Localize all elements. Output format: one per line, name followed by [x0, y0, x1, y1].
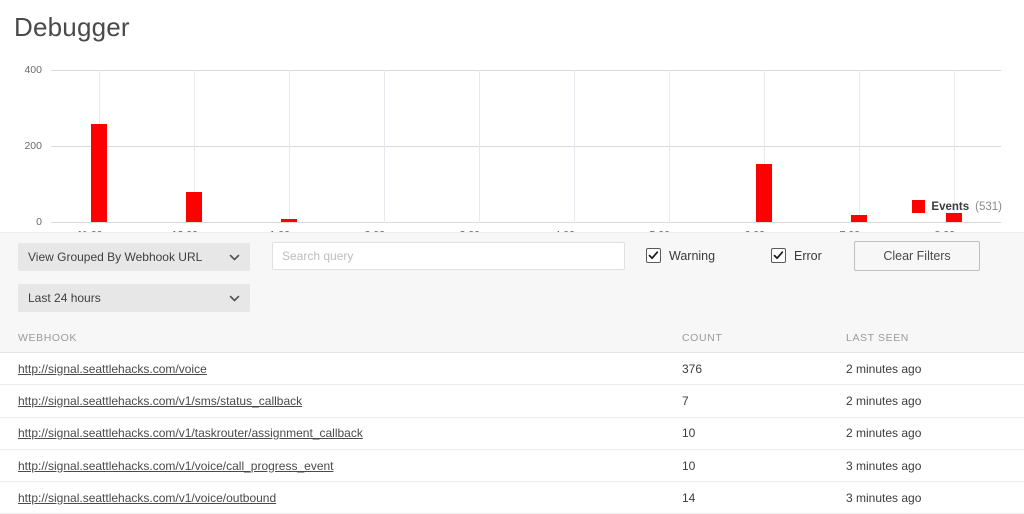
- table-row: http://signal.seattlehacks.com/voice 376 2…: [0, 353, 1024, 386]
- legend-swatch-events: [912, 200, 926, 213]
- column-header-count: COUNT: [682, 332, 723, 344]
- chart-plot-area: 020040011:00 am12:00 pm1:00 pm2:00 pm3:0…: [24, 64, 1001, 241]
- webhook-link[interactable]: http://signal.seattlehacks.com/v1/voice/…: [18, 459, 334, 473]
- events-chart: 020040011:00 am12:00 pm1:00 pm2:00 pm3:0…: [0, 56, 1024, 241]
- chart-bar[interactable]: [850, 215, 867, 222]
- cell-last-seen: 3 minutes ago: [846, 458, 922, 473]
- chart-bar[interactable]: [945, 212, 962, 222]
- table-row: http://signal.seattlehacks.com/v1/sms/st…: [0, 385, 1024, 418]
- cell-count: 10: [682, 458, 696, 473]
- table-row: http://signal.seattlehacks.com/v1/taskro…: [0, 417, 1024, 450]
- webhook-link[interactable]: http://signal.seattlehacks.com/v1/voice/…: [18, 491, 276, 505]
- cell-count: 10: [682, 426, 696, 441]
- cell-last-seen: 2 minutes ago: [846, 393, 922, 408]
- legend-label-events: Events: [931, 200, 970, 213]
- y-axis-tick-label: 400: [24, 64, 42, 76]
- column-header-last-seen: LAST SEEN: [846, 332, 909, 344]
- cell-webhook: http://signal.seattlehacks.com/v1/voice/…: [0, 489, 682, 507]
- cell-last-seen: 2 minutes ago: [846, 361, 922, 376]
- column-header-webhook: WEBHOOK: [18, 332, 78, 344]
- table-body: http://signal.seattlehacks.com/voice 376 2…: [0, 353, 1024, 514]
- chart-bar[interactable]: [185, 192, 202, 222]
- table-row: http://signal.seattlehacks.com/v1/voice/…: [0, 449, 1024, 483]
- webhook-link[interactable]: http://signal.seattlehacks.com/v1/taskro…: [18, 426, 363, 440]
- chart-bar[interactable]: [755, 164, 772, 222]
- time-range-select-label: Last 24 hours: [28, 291, 101, 305]
- cell-count: 14: [682, 490, 696, 505]
- filter-checkbox-warning[interactable]: Warning: [646, 248, 715, 263]
- y-axis-tick-label: 200: [24, 140, 42, 152]
- cell-webhook: http://signal.seattlehacks.com/v1/sms/st…: [0, 392, 682, 410]
- chart-legend: Events (531): [912, 200, 1002, 213]
- checkbox-checked-icon[interactable]: [646, 248, 661, 263]
- y-axis-tick-label: 0: [36, 216, 42, 228]
- filter-checkbox-error[interactable]: Error: [771, 248, 822, 263]
- cell-last-seen: 3 minutes ago: [846, 490, 922, 505]
- time-range-select[interactable]: Last 24 hours: [18, 284, 250, 312]
- filter-checkbox-warning-label: Warning: [669, 248, 716, 263]
- cell-webhook: http://signal.seattlehacks.com/v1/voice/…: [0, 457, 682, 475]
- webhook-link[interactable]: http://signal.seattlehacks.com/v1/sms/st…: [18, 394, 302, 408]
- legend-count-events: (531): [975, 200, 1002, 213]
- gridline-vertical: [479, 70, 480, 223]
- cell-last-seen: 2 minutes ago: [846, 426, 922, 441]
- cell-count: 376: [682, 361, 703, 376]
- gridline-vertical: [384, 70, 385, 223]
- gridline-vertical: [574, 70, 575, 223]
- gridline-vertical: [669, 70, 670, 223]
- table-row: http://signal.seattlehacks.com/v1/voice/…: [0, 482, 1024, 514]
- chart-bar[interactable]: [90, 124, 107, 222]
- cell-webhook: http://signal.seattlehacks.com/voice: [0, 360, 682, 378]
- group-by-select-label: View Grouped By Webhook URL: [28, 250, 203, 264]
- gridline-vertical: [289, 70, 290, 223]
- table-header-row: WEBHOOK COUNT LAST SEEN: [0, 324, 1024, 353]
- chevron-down-icon: [229, 293, 240, 304]
- chart-bar[interactable]: [280, 218, 297, 222]
- webhook-link[interactable]: http://signal.seattlehacks.com/voice: [18, 362, 207, 376]
- gridline-vertical: [859, 70, 860, 223]
- webhooks-table: WEBHOOK COUNT LAST SEEN http://signal.se…: [0, 324, 1024, 514]
- cell-count: 7: [682, 393, 689, 408]
- group-by-select[interactable]: View Grouped By Webhook URL: [18, 243, 250, 271]
- search-input[interactable]: [272, 242, 625, 270]
- page-title: Debugger: [14, 12, 130, 42]
- checkbox-checked-icon[interactable]: [771, 248, 786, 263]
- chevron-down-icon: [229, 252, 240, 263]
- clear-filters-button[interactable]: Clear Filters: [854, 241, 980, 271]
- cell-webhook: http://signal.seattlehacks.com/v1/taskro…: [0, 424, 682, 442]
- filter-checkbox-error-label: Error: [794, 248, 822, 263]
